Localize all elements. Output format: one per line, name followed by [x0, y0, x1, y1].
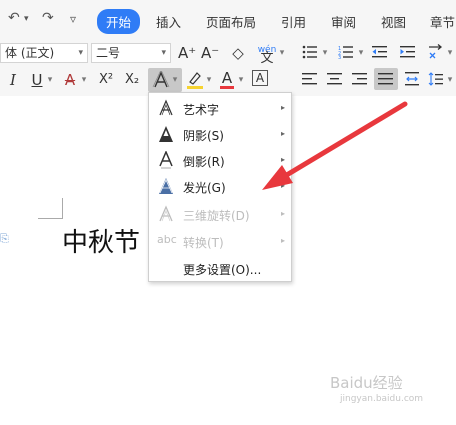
- watermark-url: jingyan.baidu.com: [340, 394, 424, 404]
- watermark-logo: Baidu经验: [330, 374, 403, 392]
- red-arrow-annotation: [262, 101, 408, 190]
